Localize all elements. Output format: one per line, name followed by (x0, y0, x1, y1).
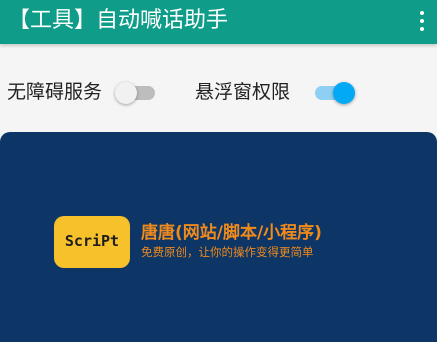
more-vert-icon[interactable] (413, 8, 431, 36)
script-logo: ScriPt (54, 216, 130, 268)
menu-dot (420, 27, 424, 31)
app-title: 【工具】自动喊话助手 (8, 8, 229, 33)
switch-thumb (115, 82, 137, 104)
floating-window-permission-switch[interactable] (311, 82, 355, 104)
logo-text: ScriPt (64, 232, 120, 250)
accessibility-service-label: 无障碍服务 (7, 81, 103, 103)
menu-dot (420, 11, 424, 15)
brand-name: 唐唐(网站/脚本/小程序) (141, 223, 322, 243)
app-bar: 【工具】自动喊话助手 (0, 0, 437, 44)
switch-thumb (333, 82, 355, 104)
promo-banner[interactable]: ScriPt 唐唐(网站/脚本/小程序) 免费原创，让你的操作变得更简单 (0, 132, 437, 342)
brand-slogan: 免费原创，让你的操作变得更简单 (141, 245, 314, 259)
floating-window-permission-label: 悬浮窗权限 (195, 81, 291, 103)
permission-switches: 无障碍服务 悬浮窗权限 (0, 74, 437, 110)
accessibility-service-switch[interactable] (115, 82, 159, 104)
menu-dot (420, 19, 424, 23)
